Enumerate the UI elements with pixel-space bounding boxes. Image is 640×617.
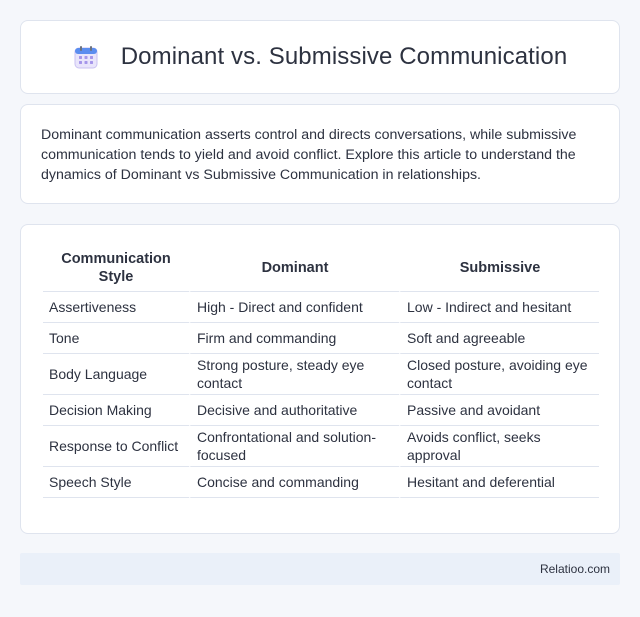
table-row: Response to Conflict Confrontational and… (43, 426, 599, 467)
row-label: Speech Style (43, 467, 189, 498)
table-row: Decision Making Decisive and authoritati… (43, 395, 599, 426)
submissive-cell: Closed posture, avoiding eye contact (399, 354, 599, 395)
page-title: Dominant vs. Submissive Communication (120, 43, 568, 70)
submissive-cell: Hesitant and deferential (399, 467, 599, 498)
intro-text: Dominant communication asserts control a… (41, 127, 577, 183)
table-row: Assertiveness High - Direct and confiden… (43, 292, 599, 323)
intro-card: Dominant communication asserts control a… (20, 104, 620, 204)
dominant-cell: Concise and commanding (189, 467, 399, 498)
column-header-submissive: Submissive (399, 245, 599, 292)
footer-brand: Relatioo.com (539, 562, 610, 576)
submissive-cell: Avoids conflict, seeks approval (399, 426, 599, 467)
column-header-style: Communication Style (43, 245, 189, 292)
row-label: Decision Making (43, 395, 189, 426)
dominant-cell: High - Direct and confident (189, 292, 399, 323)
comparison-table: Communication Style Dominant Submissive … (43, 245, 599, 498)
table-row: Body Language Strong posture, steady eye… (43, 354, 599, 395)
row-label: Tone (43, 323, 189, 354)
table-row: Tone Firm and commanding Soft and agreea… (43, 323, 599, 354)
dominant-cell: Strong posture, steady eye contact (189, 354, 399, 395)
column-header-dominant: Dominant (189, 245, 399, 292)
row-label: Body Language (43, 354, 189, 395)
table-header-row: Communication Style Dominant Submissive (43, 245, 599, 292)
row-label: Assertiveness (43, 292, 189, 323)
dominant-cell: Confrontational and solution-focused (189, 426, 399, 467)
dominant-cell: Firm and commanding (189, 323, 399, 354)
table-row: Speech Style Concise and commanding Hesi… (43, 467, 599, 498)
title-card: Dominant vs. Submissive Communication (20, 20, 620, 94)
calendar-icon (74, 46, 98, 69)
submissive-cell: Soft and agreeable (399, 323, 599, 354)
footer: Relatioo.com (20, 553, 620, 585)
row-label: Response to Conflict (43, 426, 189, 467)
submissive-cell: Low - Indirect and hesitant (399, 292, 599, 323)
comparison-card: Communication Style Dominant Submissive … (20, 224, 620, 534)
submissive-cell: Passive and avoidant (399, 395, 599, 426)
dominant-cell: Decisive and authoritative (189, 395, 399, 426)
